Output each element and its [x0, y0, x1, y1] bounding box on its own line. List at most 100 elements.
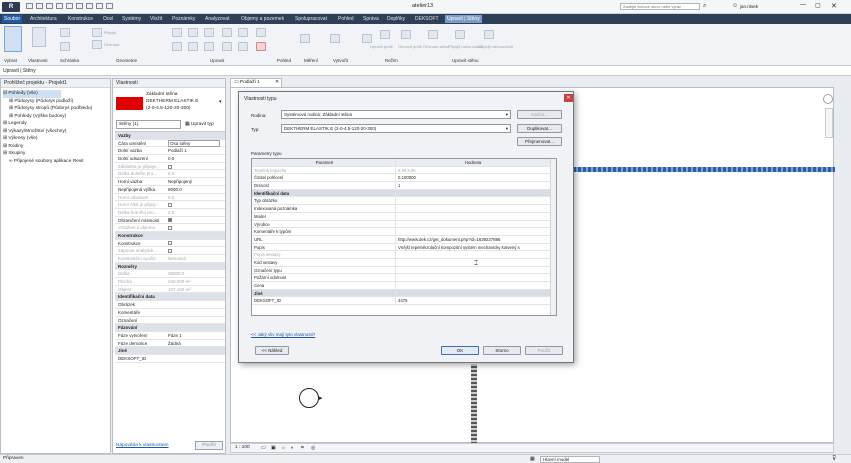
elevation-marker-icon[interactable]: [299, 388, 319, 408]
tab-pohled[interactable]: Pohled: [336, 15, 356, 23]
edit-profile-button[interactable]: Upravit profil: [370, 44, 392, 49]
user-icon[interactable]: ☺: [732, 3, 738, 9]
app-logo[interactable]: R: [2, 2, 20, 12]
measure-icon[interactable]: [76, 3, 83, 9]
reset-profile-button[interactable]: Obnovit profil: [398, 44, 422, 49]
wall-section-line[interactable]: [471, 364, 477, 444]
prop-row[interactable]: Fáze vytvoření Fáze 1: [115, 332, 225, 340]
prop-section-fazovani[interactable]: Fázování: [115, 324, 225, 332]
tree-item-elevations[interactable]: ⊞ Pohledy (Výška budovy): [3, 113, 110, 121]
temporary-hide-icon[interactable]: ◎: [311, 445, 315, 451]
dropdown-arrow-icon[interactable]: ▾: [506, 125, 508, 132]
properties-tool-icon[interactable]: [32, 27, 46, 47]
tab-ocel[interactable]: Ocel: [101, 15, 115, 23]
search-input[interactable]: Zadejte klíčové slovo nebo výraz: [620, 3, 700, 10]
prop-row[interactable]: Označení: [115, 317, 225, 325]
param-section-jine[interactable]: Jiné▴: [252, 289, 556, 298]
detach-button[interactable]: Odpojit nahoru/dolů: [478, 44, 513, 49]
param-row[interactable]: Požární odolnost: [252, 274, 556, 282]
tab-objemy[interactable]: Objemy a pozemek: [239, 15, 286, 23]
print-icon[interactable]: [66, 3, 73, 9]
cut-geometry-button[interactable]: Oříznout: [104, 42, 119, 47]
prop-row[interactable]: Ohraničení místností: [115, 217, 225, 225]
tree-item-families[interactable]: ⊞ Rodiny: [3, 143, 110, 151]
preview-button[interactable]: << Náhled: [255, 346, 289, 355]
move-icon[interactable]: [172, 42, 182, 51]
param-row[interactable]: Tepelná kapacita 8.58 kJ/K: [252, 166, 556, 175]
ok-button[interactable]: OK: [441, 346, 479, 355]
tab-analyzovat[interactable]: Analyzovat: [203, 15, 231, 23]
param-row[interactable]: Typ obrázku: [252, 197, 556, 206]
align-icon[interactable]: [172, 28, 182, 37]
param-row[interactable]: Kód sestavy: [252, 258, 556, 267]
help-link[interactable]: << Jaký vliv mají tyto vlastnosti?: [251, 332, 315, 337]
rotate-icon[interactable]: [204, 42, 214, 51]
prop-row[interactable]: Dolní vazba Podlaží 1: [115, 147, 225, 156]
detach-icon[interactable]: [484, 30, 494, 39]
prop-row[interactable]: Horní část je připoj...: [115, 201, 225, 209]
model-selector[interactable]: Hlavní model: [540, 456, 600, 463]
viewcube-icon[interactable]: [823, 94, 833, 104]
section-icon[interactable]: [106, 3, 113, 9]
tab-poznamky[interactable]: Poznámky: [170, 15, 197, 23]
reset-profile-icon[interactable]: [401, 30, 411, 39]
checkbox-icon[interactable]: [168, 226, 172, 231]
copy-icon[interactable]: [188, 42, 198, 51]
wall-opening-button[interactable]: Oříznout stěnu: [423, 44, 449, 49]
param-row[interactable]: Činitel pohlcení 0.100000: [252, 174, 556, 183]
prop-row[interactable]: Délka horního pro... 0.0: [115, 209, 225, 217]
cancel-button[interactable]: Storno: [483, 346, 521, 355]
sun-path-icon[interactable]: ☼: [281, 445, 286, 451]
param-row[interactable]: Cena: [252, 282, 556, 290]
search-icon[interactable]: ⌕: [703, 3, 706, 10]
undo-icon[interactable]: [46, 3, 53, 9]
scale-selector[interactable]: 1 : 100: [235, 445, 250, 450]
prop-row[interactable]: Konstrukční využití Nenosná: [115, 255, 225, 263]
delete-icon[interactable]: [256, 42, 266, 51]
prop-row[interactable]: Čára umístění Osa stěny: [115, 139, 225, 148]
close-button[interactable]: ✕: [831, 2, 837, 10]
prop-row[interactable]: Obrázek: [115, 301, 225, 309]
worksets-icon[interactable]: ▦: [530, 456, 535, 462]
type-selector-dropdown-icon[interactable]: ▾: [219, 99, 222, 105]
shadows-icon[interactable]: ◐: [291, 445, 294, 451]
tree-item-views[interactable]: ⊟ Pohledy (vše): [3, 90, 61, 98]
dialog-close-button[interactable]: ✕: [564, 94, 573, 102]
trim-icon[interactable]: [222, 28, 232, 37]
type-select[interactable]: DEKTHERM ELASTIK E (2-0-4.5-120-20-300) …: [281, 124, 511, 133]
cut-icon[interactable]: [60, 42, 70, 51]
checkbox-icon[interactable]: [168, 164, 172, 169]
prop-value-input[interactable]: Osa stěny: [168, 139, 220, 147]
group-vybrat[interactable]: Vybrat: [4, 58, 17, 63]
tab-upravit-steny[interactable]: Upravit | Stěny: [445, 15, 482, 23]
mode-icon[interactable]: [380, 30, 390, 39]
param-row[interactable]: DEKSOFT_ID 4475: [252, 297, 556, 306]
prop-row[interactable]: Vztažení k objemu: [115, 224, 225, 232]
checkbox-icon[interactable]: [168, 203, 172, 207]
filter-icon[interactable]: ⊽: [832, 455, 836, 462]
tree-item-revit-links[interactable]: ∞ Připojené soubory aplikace Revit: [3, 158, 110, 166]
prop-row[interactable]: Nepřipojená výška 8000.0: [115, 186, 225, 194]
tab-spolupracovat[interactable]: Spolupracovat: [293, 15, 329, 23]
prop-section-identifikacni-data[interactable]: Identifikační data: [115, 293, 225, 302]
measure-tool-icon[interactable]: [330, 34, 340, 43]
scale-icon[interactable]: [238, 42, 248, 51]
text-icon[interactable]: [86, 3, 93, 9]
tree-item-legends[interactable]: ⊞ Legendy: [3, 120, 110, 128]
edit-type-button[interactable]: ▦ Upravit typ: [185, 120, 223, 129]
param-row[interactable]: Výrobce: [252, 220, 556, 229]
load-button[interactable]: Načíst...: [517, 110, 562, 119]
tab-systemy[interactable]: Systémy: [120, 15, 143, 23]
crop-view-icon[interactable]: ⌗: [301, 445, 304, 451]
visual-style-icon[interactable]: ▣: [271, 445, 276, 451]
tree-item-schedules[interactable]: ⊞ Výkazy/Množství (všechny): [3, 128, 110, 136]
prop-section-vazby[interactable]: Vazby: [115, 132, 225, 140]
offset-icon[interactable]: [188, 28, 198, 37]
tab-deksoft[interactable]: DEKSOFT: [413, 15, 441, 23]
create-icon[interactable]: [362, 34, 372, 43]
user-name[interactable]: jan.ritsek: [740, 4, 758, 9]
param-row[interactable]: Drsnost 1: [252, 182, 556, 190]
param-row[interactable]: URL http://www.dek.cz/get_dokument.php?id…: [252, 235, 556, 244]
attach-icon[interactable]: [455, 30, 465, 39]
dropdown-arrow-icon[interactable]: ▾: [506, 111, 508, 118]
